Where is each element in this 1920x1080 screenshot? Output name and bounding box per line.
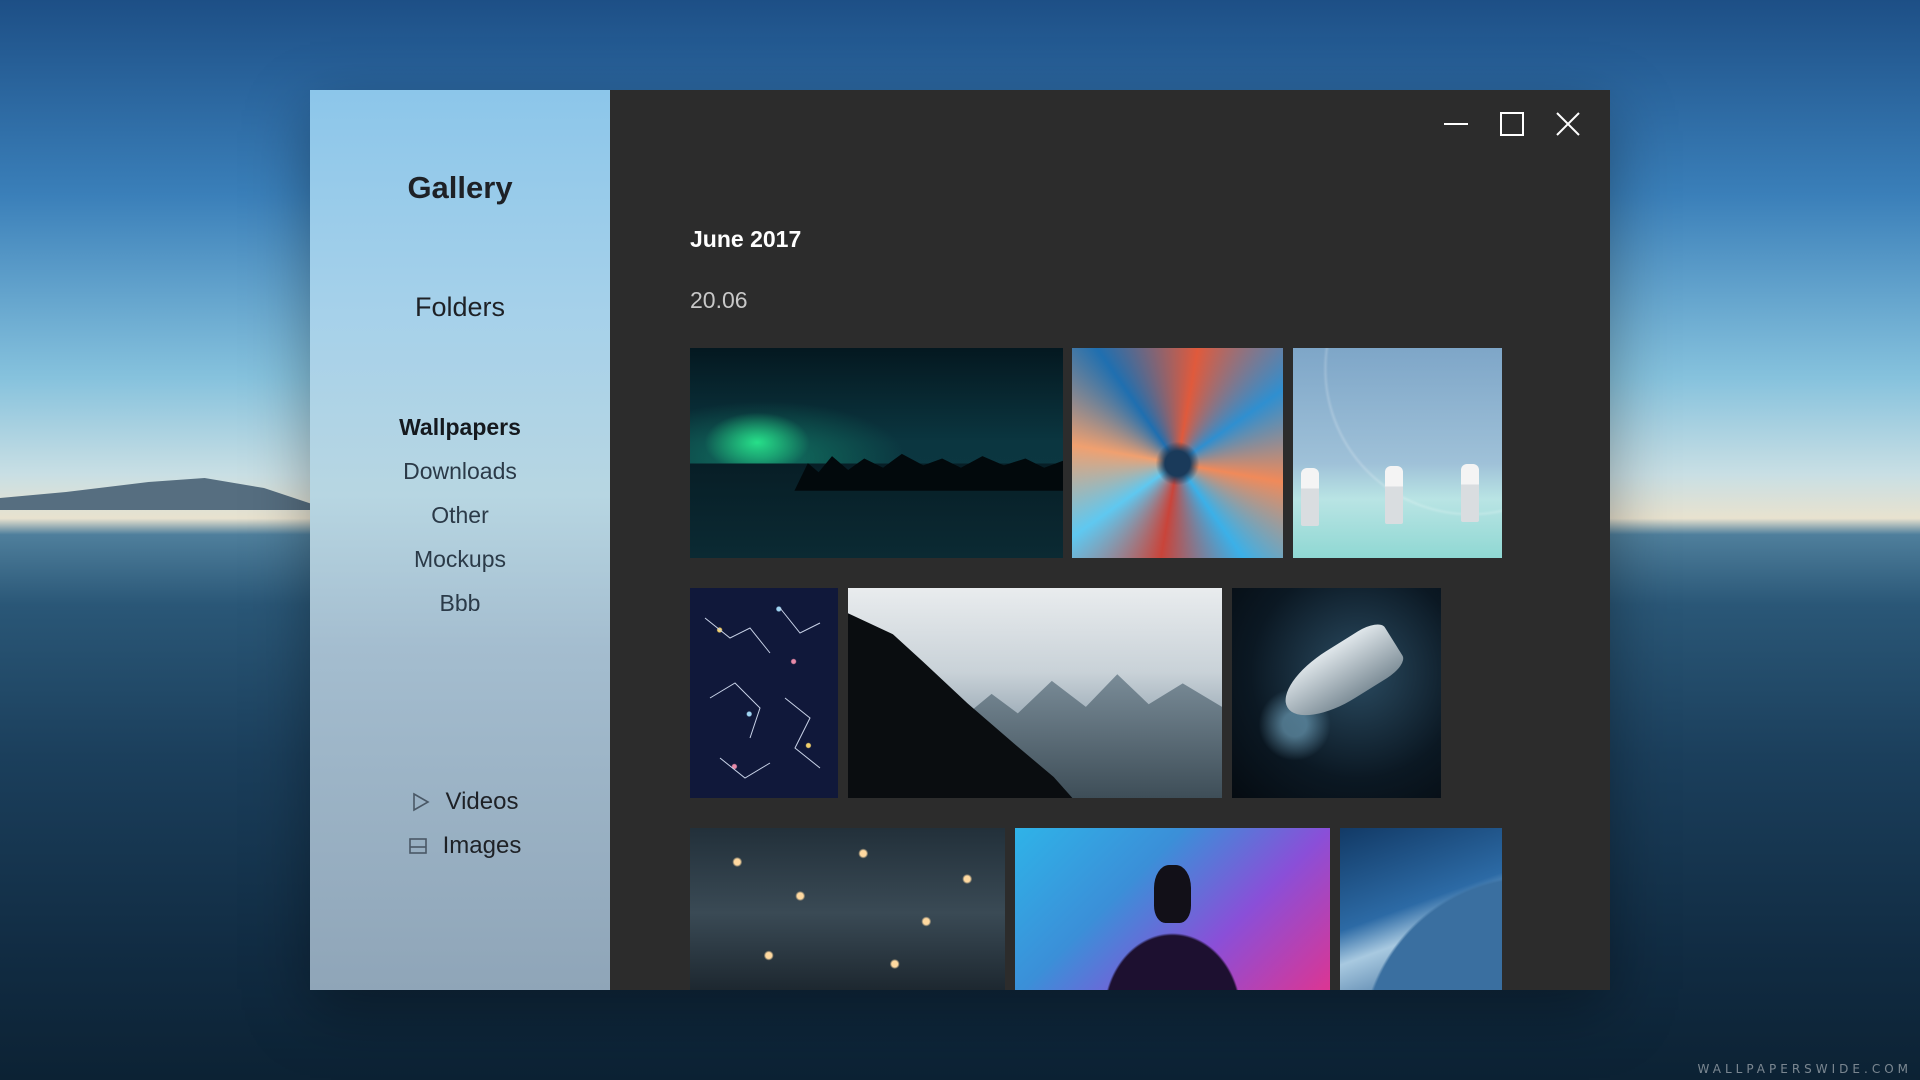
photo-bokeh-lights[interactable] [690, 828, 1005, 990]
folder-item-other[interactable]: Other [310, 493, 610, 537]
photo-mountain-goat[interactable] [848, 588, 1222, 798]
folder-item-downloads[interactable]: Downloads [310, 449, 610, 493]
minimize-button[interactable] [1428, 104, 1484, 144]
play-icon [410, 791, 432, 813]
media-list: Videos Images [310, 780, 610, 868]
month-title: June 2017 [690, 226, 802, 252]
photo-neon-figure[interactable] [1015, 828, 1330, 990]
media-item-images[interactable]: Images [310, 824, 610, 868]
background-watermark: WALLPAPERSWIDE.COM [1697, 1062, 1912, 1076]
media-item-label: Images [442, 832, 522, 859]
folder-item-wallpapers[interactable]: Wallpapers [310, 405, 610, 449]
maximize-icon [1500, 112, 1524, 136]
photo-stormtroopers[interactable] [1293, 348, 1502, 558]
window-controls [1428, 104, 1596, 144]
media-item-label: Videos [445, 788, 519, 815]
photo-aurora-trees [794, 453, 1063, 491]
close-icon [1556, 112, 1580, 136]
maximize-button[interactable] [1484, 104, 1540, 144]
photo-earth-orbit[interactable] [1340, 828, 1502, 990]
main-panel: June 2017 20.06 [610, 90, 1610, 990]
photo-aurora[interactable] [690, 348, 1063, 558]
media-item-videos[interactable]: Videos [310, 780, 610, 824]
background-hills [0, 478, 330, 510]
folder-item-mockups[interactable]: Mockups [310, 537, 610, 581]
image-icon [407, 835, 429, 857]
neon-figure-head [1153, 865, 1192, 924]
day-label: 20.06 [690, 287, 748, 313]
gallery-window: Gallery Folders Wallpapers Downloads Oth… [310, 90, 1610, 990]
close-button[interactable] [1540, 104, 1596, 144]
photo-color-splash[interactable] [1072, 348, 1283, 558]
folder-item-bbb[interactable]: Bbb [310, 581, 610, 625]
folder-list: Wallpapers Downloads Other Mockups Bbb [310, 405, 610, 625]
folders-heading: Folders [414, 292, 506, 322]
app-title: Gallery [407, 170, 513, 205]
stormtrooper-figure [1385, 466, 1403, 524]
sidebar: Gallery Folders Wallpapers Downloads Oth… [310, 90, 610, 990]
stormtrooper-figure [1461, 464, 1479, 522]
stormtrooper-figure [1301, 468, 1319, 526]
minimize-icon [1444, 123, 1468, 125]
constellation-lines [704, 607, 821, 779]
photo-spaceship[interactable] [1232, 588, 1441, 798]
spaceship-shape [1273, 617, 1409, 731]
photo-constellations[interactable] [690, 588, 838, 798]
